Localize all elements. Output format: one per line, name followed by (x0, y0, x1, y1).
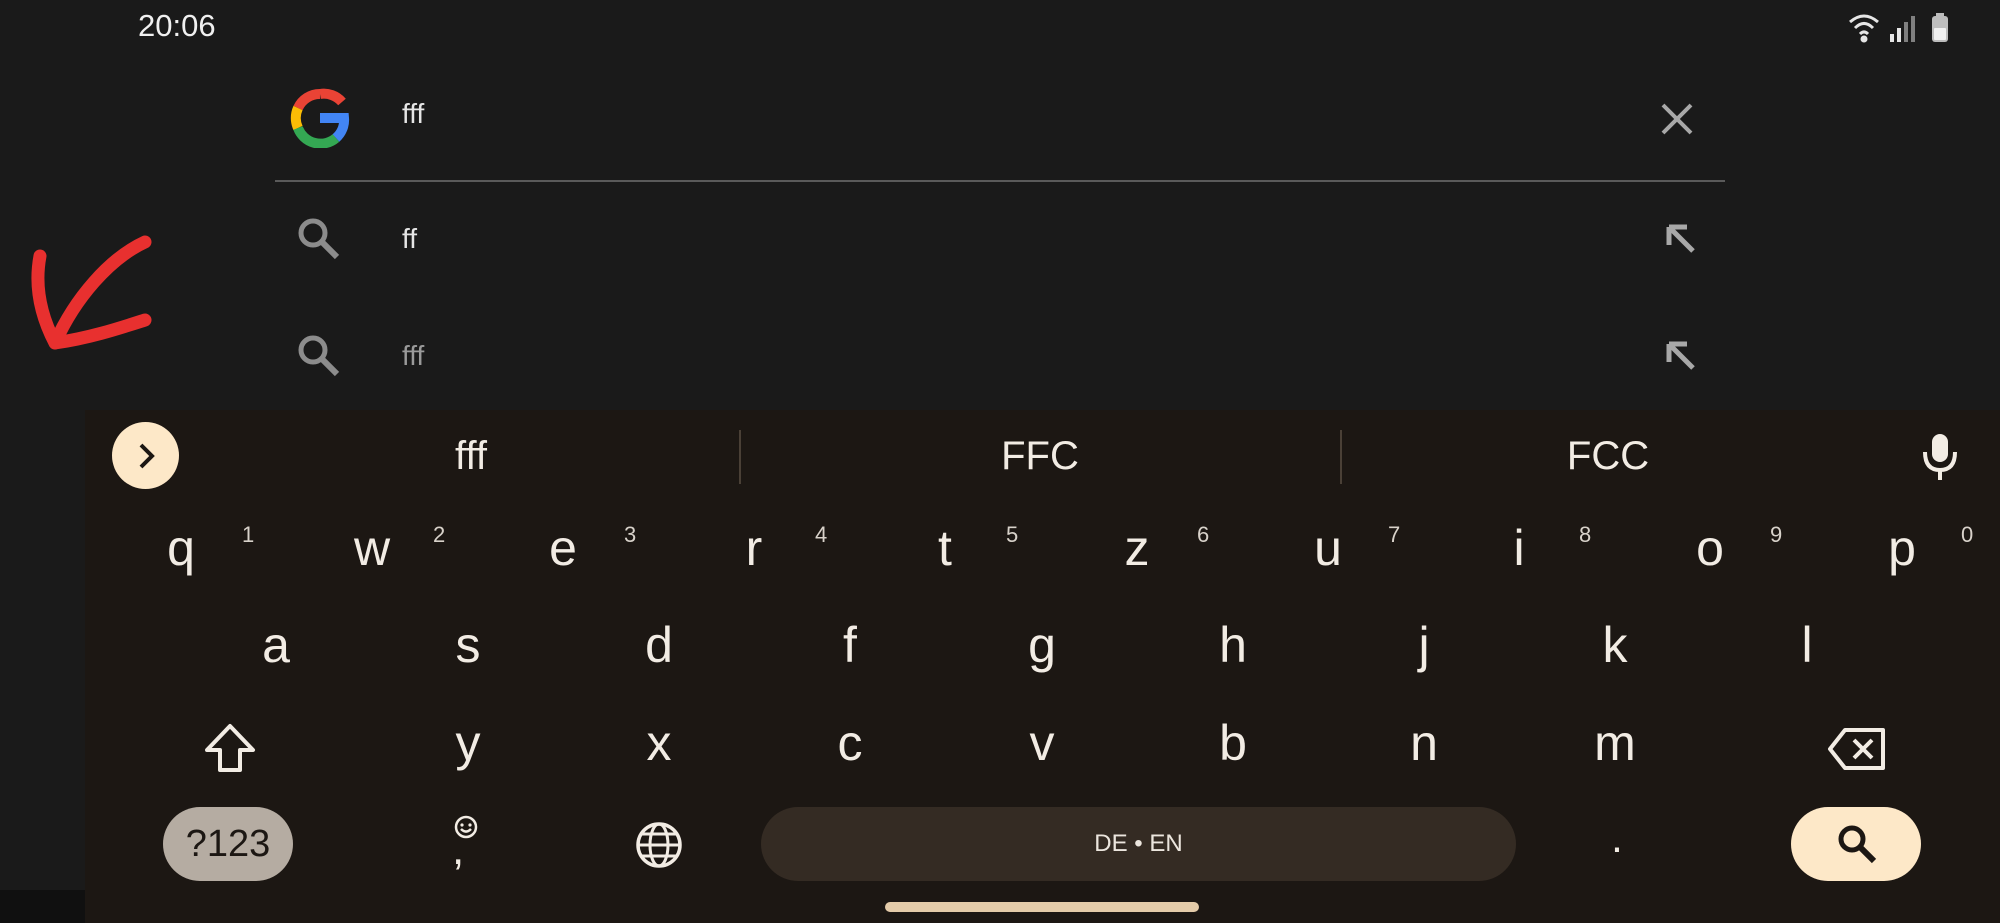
key-a[interactable]: a (216, 615, 336, 675)
wifi-icon (1849, 14, 1879, 43)
key-l[interactable]: l (1747, 615, 1867, 675)
key-hint: 1 (242, 522, 255, 547)
status-time: 20:06 (138, 8, 216, 43)
suggestion-label: ff (402, 223, 418, 254)
key-hint: 8 (1579, 522, 1592, 547)
key-hint: 7 (1388, 522, 1401, 547)
signal-icon (1890, 16, 1915, 42)
globe-icon[interactable] (634, 820, 684, 870)
key-hint: 4 (815, 522, 828, 547)
suggestion-label: fff (402, 340, 425, 371)
key-u[interactable]: u (1268, 518, 1388, 578)
suggestion-separator (739, 430, 741, 484)
symbols-key[interactable]: ?123 (163, 807, 293, 881)
battery-icon (1932, 13, 1948, 42)
word-suggestion[interactable]: fff (321, 434, 621, 479)
search-divider (275, 180, 1725, 182)
backspace-icon[interactable] (1827, 726, 1887, 772)
search-field[interactable]: fff (275, 62, 1725, 172)
key-hint: 2 (433, 522, 446, 547)
key-hint: 3 (624, 522, 637, 547)
keyboard: fff FFC FCC q 1 w 2 e 3 r 4 t 5 z 6 u 7 … (85, 410, 2000, 923)
key-o[interactable]: o (1650, 518, 1770, 578)
key-q[interactable]: q (121, 518, 241, 578)
key-b[interactable]: b (1173, 713, 1293, 773)
shift-icon[interactable] (203, 722, 257, 774)
key-period[interactable]: . (1557, 808, 1677, 868)
key-s[interactable]: s (408, 615, 528, 675)
suggestion-item[interactable]: fff (275, 300, 1725, 410)
key-hint: 5 (1006, 522, 1019, 547)
key-r[interactable]: r (694, 518, 814, 578)
comma-label: , (452, 825, 465, 874)
fill-arrow-icon[interactable] (1663, 221, 1697, 255)
key-j[interactable]: j (1364, 615, 1484, 675)
close-icon[interactable] (1660, 102, 1694, 136)
search-icon (298, 218, 340, 260)
key-hint: 0 (1961, 522, 1974, 547)
search-icon (1838, 825, 1877, 864)
word-suggestion[interactable]: FFC (890, 434, 1190, 479)
key-c[interactable]: c (790, 713, 910, 773)
status-icons (1848, 12, 1958, 44)
annotation-arrow-mark (31, 235, 152, 350)
key-g[interactable]: g (982, 615, 1102, 675)
space-label: DE • EN (1094, 830, 1183, 857)
key-d[interactable]: d (599, 615, 719, 675)
emoji-comma-key[interactable]: , (430, 815, 500, 885)
word-suggestion[interactable]: FCC (1458, 434, 1758, 479)
key-i[interactable]: i (1459, 518, 1579, 578)
home-indicator[interactable] (885, 902, 1199, 912)
key-p[interactable]: p (1842, 518, 1962, 578)
key-w[interactable]: w (312, 518, 432, 578)
key-e[interactable]: e (503, 518, 623, 578)
search-input[interactable]: fff (402, 98, 424, 130)
key-hint: 6 (1197, 522, 1210, 547)
key-y[interactable]: y (408, 713, 528, 773)
key-k[interactable]: k (1555, 615, 1675, 675)
suggestion-item[interactable]: ff (275, 187, 1725, 297)
symbols-label: ?123 (185, 823, 271, 865)
google-logo-icon (290, 88, 350, 148)
search-action-key[interactable] (1791, 807, 1921, 881)
fill-arrow-icon[interactable] (1663, 338, 1697, 372)
toolbar-expand-button[interactable] (112, 422, 179, 489)
microphone-icon[interactable] (1920, 432, 1960, 482)
search-icon (298, 335, 340, 377)
key-v[interactable]: v (982, 713, 1102, 773)
key-t[interactable]: t (885, 518, 1005, 578)
space-bar[interactable]: DE • EN (761, 807, 1516, 881)
key-m[interactable]: m (1555, 713, 1675, 773)
key-hint: 9 (1770, 522, 1783, 547)
key-h[interactable]: h (1173, 615, 1293, 675)
key-f[interactable]: f (790, 615, 910, 675)
key-x[interactable]: x (599, 713, 719, 773)
suggestion-separator (1340, 430, 1342, 484)
key-n[interactable]: n (1364, 713, 1484, 773)
chevron-right-icon (139, 443, 155, 469)
left-edge-strip (0, 890, 85, 923)
key-z[interactable]: z (1077, 518, 1197, 578)
